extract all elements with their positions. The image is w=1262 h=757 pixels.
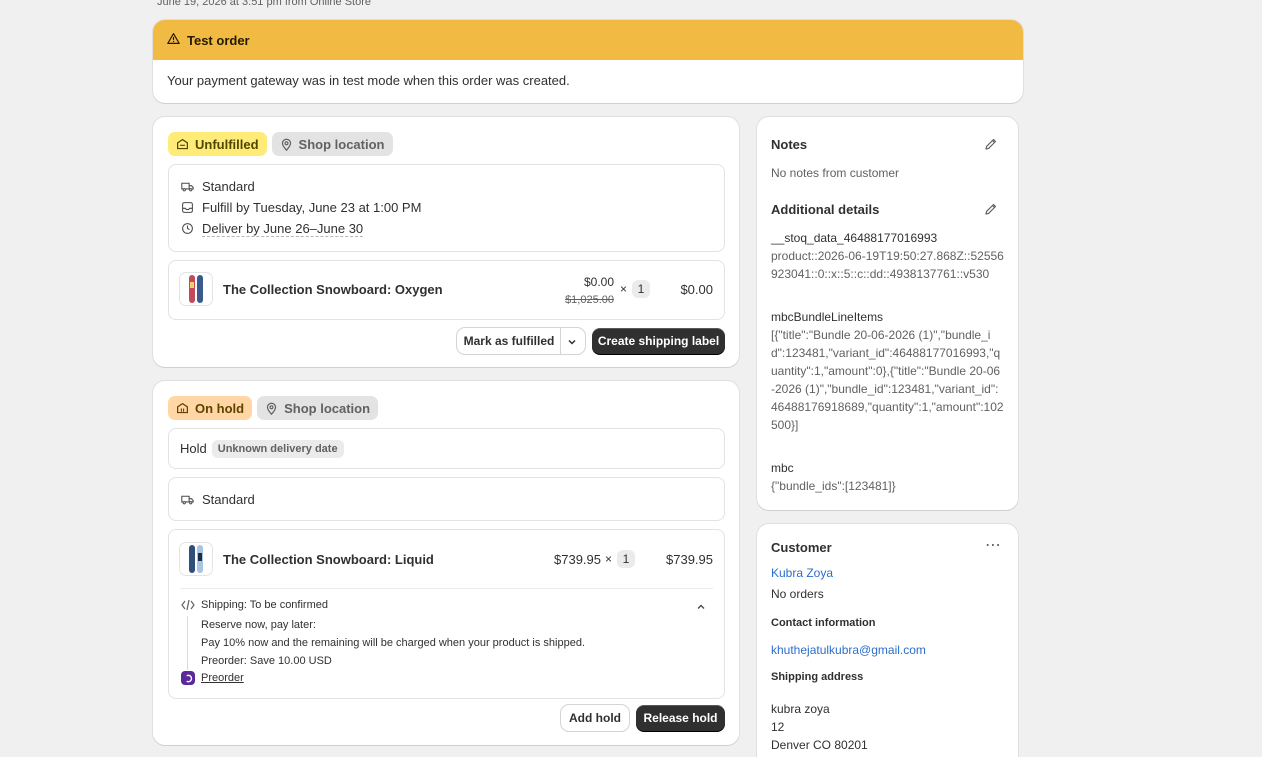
quantity-badge: 1 (617, 550, 635, 568)
item-divider (180, 588, 713, 589)
customer-orders: No orders (771, 587, 824, 601)
edit-additional-details-button[interactable] (984, 202, 998, 216)
shipping-note-row: Shipping: To be confirmed (181, 599, 328, 611)
product-thumbnail[interactable] (179, 542, 213, 576)
unit-price: $0.00 (583, 275, 614, 289)
edit-notes-button[interactable] (984, 137, 998, 151)
hold-reason-box: Hold Unknown delivery date (168, 428, 725, 469)
detail-rule (187, 616, 188, 670)
unfulfilled-icon (177, 138, 188, 149)
shipping-address-title: Shipping address (771, 671, 864, 683)
inbox-icon (182, 202, 193, 213)
product-name[interactable]: The Collection Snowboard: Liquid (223, 552, 434, 567)
location-pin-icon (266, 402, 277, 415)
hold-reason-tag: Unknown delivery date (211, 439, 344, 458)
shipping-address: kubra zoya 12 Denver CO 80201 (771, 702, 868, 752)
chevron-up-icon (697, 604, 705, 609)
customer-name-link[interactable]: Kubra Zoya (771, 564, 833, 582)
chevron-down-icon (568, 339, 576, 345)
fulfill-by-row: Fulfill by Tuesday, June 23 at 1:00 PM (181, 197, 712, 218)
attribute-mbc: mbc {"bundle_ids":[123481]} (771, 461, 896, 493)
deliver-by-row: Deliver by June 26–June 30 (181, 218, 712, 239)
product-name[interactable]: The Collection Snowboard: Oxygen (223, 282, 443, 297)
hold-shipping-box: Standard (168, 477, 725, 521)
more-actions-chevron[interactable] (563, 335, 581, 349)
unfulfilled-badge: Unfulfilled (168, 132, 267, 156)
preorder-app-icon (181, 671, 195, 685)
order-subtitle: June 19, 2026 at 3:51 pm from Online Sto… (157, 0, 372, 8)
shipping-method-row: Standard (181, 489, 712, 510)
line-total: $739.95 (666, 552, 713, 567)
warning-icon (167, 32, 180, 48)
notes-title: Notes (771, 137, 808, 152)
snowboard-icon (189, 545, 203, 573)
product-thumbnail[interactable] (179, 272, 213, 306)
preorder-details: Reserve now, pay later: Pay 10% now and … (201, 619, 586, 667)
additional-details-title: Additional details (771, 202, 880, 217)
notes-text: No notes from customer (771, 166, 900, 180)
clock-icon (182, 223, 193, 234)
code-icon (181, 599, 195, 611)
notes-card: Notes No notes from customer Additional … (757, 117, 1018, 510)
attribute-stoq: __stoq_data_46488177016993 product::2026… (771, 231, 1004, 281)
line-item-oxygen: The Collection Snowboard: Oxygen $0.00 $… (168, 260, 725, 320)
location-pin-icon (281, 138, 291, 151)
create-shipping-label-button[interactable]: Create shipping label (592, 328, 725, 354)
release-hold-button[interactable]: Release hold (636, 705, 725, 731)
customer-card: Customer ⋯ Kubra Zoya No orders Contact … (757, 524, 1018, 757)
test-order-banner: Test order Your payment gateway was in t… (153, 20, 1023, 103)
collapse-button[interactable] (694, 600, 708, 614)
delivery-details: Standard Fulfill by Tuesday, June 23 at … (168, 164, 725, 252)
snowboard-icon (189, 275, 203, 303)
pencil-icon (985, 138, 997, 150)
test-order-message: Your payment gateway was in test mode wh… (167, 73, 570, 88)
shop-location-badge[interactable]: Shop location (271, 132, 393, 156)
customer-title: Customer (771, 540, 832, 555)
original-price: $1,025.00 (565, 294, 614, 306)
truck-icon (181, 182, 194, 192)
on-hold-card: On hold Shop location Hold Unknown deliv… (153, 381, 739, 745)
split-divider (560, 328, 561, 354)
shipping-method-row: Standard (181, 176, 712, 197)
hold-label: Hold (180, 441, 207, 456)
preorder-link[interactable]: Preorder (201, 672, 244, 684)
preorder-app-row: Preorder (181, 671, 244, 685)
times-symbol: × (620, 282, 628, 296)
quantity-badge: 1 (632, 280, 650, 298)
times-symbol: × (605, 552, 613, 566)
customer-email-link[interactable]: khuthejatulkubra@gmail.com (771, 641, 926, 659)
hold-icon (177, 402, 188, 413)
line-total: $0.00 (680, 282, 713, 297)
more-options-button[interactable]: ⋯ (985, 535, 1001, 555)
test-order-title: Test order (187, 32, 250, 48)
contact-info-title: Contact information (771, 617, 876, 629)
truck-icon (181, 495, 194, 505)
pencil-icon (985, 203, 997, 215)
line-item-liquid: The Collection Snowboard: Liquid $739.95… (168, 529, 725, 699)
add-hold-button[interactable]: Add hold (561, 705, 629, 731)
unfulfilled-card: Unfulfilled Shop location Standard Fulfi… (153, 117, 739, 367)
on-hold-badge: On hold (168, 396, 253, 420)
unit-price: $739.95 (554, 552, 601, 567)
attribute-bundle-line-items: mbcBundleLineItems [{"title":"Bundle 20-… (771, 310, 1004, 432)
shop-location-badge[interactable]: Shop location (257, 396, 379, 420)
